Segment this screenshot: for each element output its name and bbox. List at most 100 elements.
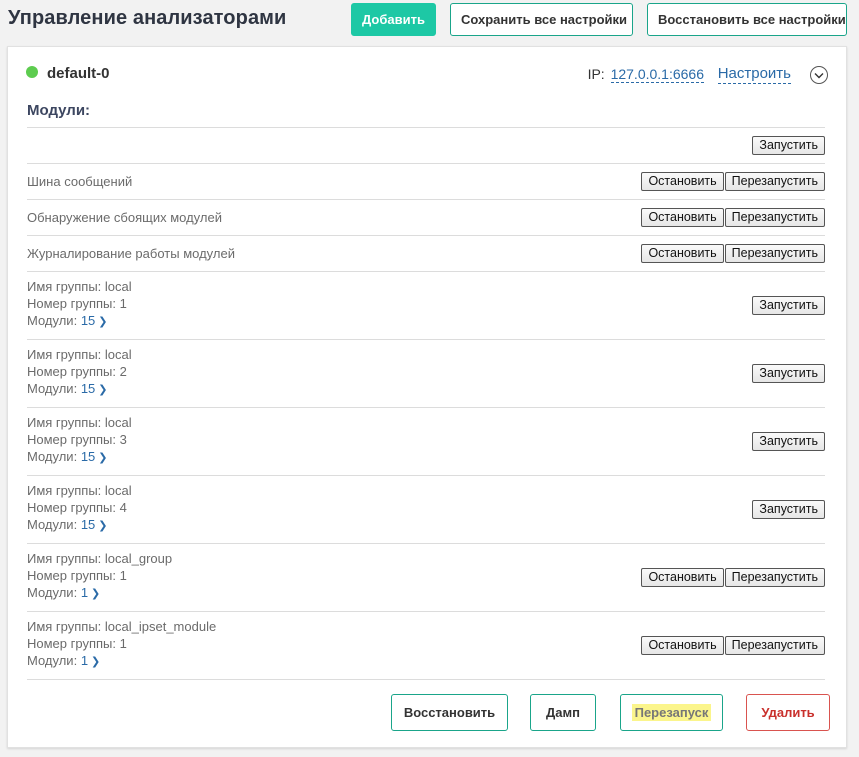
group-info: Имя группы: local Номер группы: 4 Модули: … <box>27 482 132 535</box>
chevron-down-circle-icon[interactable] <box>810 66 828 84</box>
group-modules: Модули: 1 ❯ <box>27 584 172 603</box>
group-modules-label: Модули: <box>27 653 78 668</box>
module-row: Обнаружение сбоящих модулей Остановить Пер… <box>27 199 825 235</box>
row-actions: Остановить Перезапустить <box>641 244 825 263</box>
modules-list: Запустить Шина сообщений Остановить Перезап… <box>27 127 825 680</box>
row-actions: Запустить <box>752 364 825 383</box>
module-label: Обнаружение сбоящих модулей <box>27 210 222 225</box>
group-name: Имя группы: local_ipset_module <box>27 619 217 634</box>
start-button[interactable]: Запустить <box>752 364 825 383</box>
group-name: Имя группы: local <box>27 347 132 362</box>
save-all-settings-button[interactable]: Сохранить все настройки <box>450 3 633 36</box>
stop-button[interactable]: Остановить <box>641 172 724 191</box>
group-info: Имя группы: local Номер группы: 2 Модули: … <box>27 346 132 399</box>
group-modules: Модули: 15 ❯ <box>27 312 132 331</box>
row-actions: Запустить <box>752 296 825 315</box>
chevron-right-icon[interactable]: ❯ <box>91 656 100 668</box>
group-name: Имя группы: local <box>27 415 132 430</box>
module-group-row: Имя группы: local_group Номер группы: 1 Мо… <box>27 543 825 611</box>
group-modules-label: Модули: <box>27 585 78 600</box>
group-info: Имя группы: local_group Номер группы: 1 Мо… <box>27 550 172 603</box>
delete-button[interactable]: Удалить <box>746 694 830 731</box>
row-actions: Запустить <box>752 500 825 519</box>
row-actions: Остановить Перезапустить <box>641 568 825 587</box>
restart-label: Перезапуск <box>631 704 712 721</box>
dump-button[interactable]: Дамп <box>530 694 596 731</box>
analyzer-panel: default-0 IP: 127.0.0.1:6666 Настроить М… <box>7 46 847 748</box>
group-number: Номер группы: 1 <box>27 636 127 651</box>
module-row: Журналирование работы модулей Остановить П… <box>27 235 825 271</box>
start-button[interactable]: Запустить <box>752 136 825 155</box>
group-modules-count-link[interactable]: 15 <box>81 449 95 464</box>
ip-address: IP: 127.0.0.1:6666 <box>587 66 704 83</box>
group-modules-label: Модули: <box>27 517 78 532</box>
module-group-row: Имя группы: local_ipset_module Номер груп… <box>27 611 825 679</box>
stop-button[interactable]: Остановить <box>641 636 724 655</box>
module-group-row: Имя группы: local Номер группы: 3 Модули: … <box>27 407 825 475</box>
module-group-row: Имя группы: local Номер группы: 2 Модули: … <box>27 339 825 407</box>
group-modules-count-link[interactable]: 15 <box>81 381 95 396</box>
status-indicator <box>26 66 38 78</box>
group-number: Номер группы: 2 <box>27 364 127 379</box>
restart-button[interactable]: Перезапуск <box>620 694 723 731</box>
start-button[interactable]: Запустить <box>752 432 825 451</box>
restart-module-button[interactable]: Перезапустить <box>724 244 825 263</box>
module-label: Журналирование работы модулей <box>27 246 235 261</box>
group-info: Имя группы: local Номер группы: 3 Модули: … <box>27 414 132 467</box>
group-modules-count-link[interactable]: 15 <box>81 313 95 328</box>
start-button[interactable]: Запустить <box>752 500 825 519</box>
group-info: Имя группы: local Номер группы: 1 Модули: … <box>27 278 132 331</box>
ip-value-link[interactable]: 127.0.0.1:6666 <box>610 66 704 83</box>
row-actions: Запустить <box>752 136 825 155</box>
module-row: Запустить <box>27 127 825 163</box>
row-actions: Остановить Перезапустить <box>641 636 825 655</box>
modules-title: Модули: <box>27 102 91 119</box>
ip-label: IP: <box>587 66 605 82</box>
restore-all-settings-button[interactable]: Восстановить все настройки <box>647 3 847 36</box>
group-modules-count-link[interactable]: 1 <box>81 653 88 668</box>
group-info: Имя группы: local_ipset_module Номер груп… <box>27 618 216 671</box>
group-modules: Модули: 15 ❯ <box>27 380 132 399</box>
stop-button[interactable]: Остановить <box>641 244 724 263</box>
restore-button[interactable]: Восстановить <box>391 694 508 731</box>
restart-module-button[interactable]: Перезапустить <box>724 172 825 191</box>
list-divider <box>27 679 825 680</box>
stop-button[interactable]: Остановить <box>641 568 724 587</box>
module-group-row: Имя группы: local Номер группы: 4 Модули: … <box>27 475 825 543</box>
module-row: Шина сообщений Остановить Перезапустить <box>27 163 825 199</box>
group-modules-count-link[interactable]: 15 <box>81 517 95 532</box>
group-modules: Модули: 15 ❯ <box>27 516 132 535</box>
chevron-right-icon[interactable]: ❯ <box>91 588 100 600</box>
restart-module-button[interactable]: Перезапустить <box>724 636 825 655</box>
group-modules-count-link[interactable]: 1 <box>81 585 88 600</box>
group-modules-label: Модули: <box>27 381 78 396</box>
group-name: Имя группы: local <box>27 279 132 294</box>
group-name: Имя группы: local <box>27 483 132 498</box>
group-modules-label: Модули: <box>27 313 78 328</box>
restart-module-button[interactable]: Перезапустить <box>724 208 825 227</box>
chevron-right-icon[interactable]: ❯ <box>98 316 107 328</box>
add-analyzer-button[interactable]: Добавить <box>351 3 436 36</box>
group-number: Номер группы: 3 <box>27 432 127 447</box>
group-modules: Модули: 1 ❯ <box>27 652 216 671</box>
group-number: Номер группы: 4 <box>27 500 127 515</box>
analyzer-name: default-0 <box>47 65 110 82</box>
group-modules-label: Модули: <box>27 449 78 464</box>
chevron-right-icon[interactable]: ❯ <box>98 452 107 464</box>
group-name: Имя группы: local_group <box>27 551 173 566</box>
configure-link[interactable]: Настроить <box>717 65 791 84</box>
row-actions: Остановить Перезапустить <box>641 208 825 227</box>
group-number: Номер группы: 1 <box>27 568 127 583</box>
row-actions: Запустить <box>752 432 825 451</box>
group-modules: Модули: 15 ❯ <box>27 448 132 467</box>
page-title: Управление анализаторами <box>8 7 287 29</box>
row-actions: Остановить Перезапустить <box>641 172 825 191</box>
restart-module-button[interactable]: Перезапустить <box>724 568 825 587</box>
start-button[interactable]: Запустить <box>752 296 825 315</box>
stop-button[interactable]: Остановить <box>641 208 724 227</box>
module-group-row: Имя группы: local Номер группы: 1 Модули: … <box>27 271 825 339</box>
chevron-right-icon[interactable]: ❯ <box>98 520 107 532</box>
group-number: Номер группы: 1 <box>27 296 127 311</box>
chevron-right-icon[interactable]: ❯ <box>98 384 107 396</box>
module-label: Шина сообщений <box>27 174 133 189</box>
